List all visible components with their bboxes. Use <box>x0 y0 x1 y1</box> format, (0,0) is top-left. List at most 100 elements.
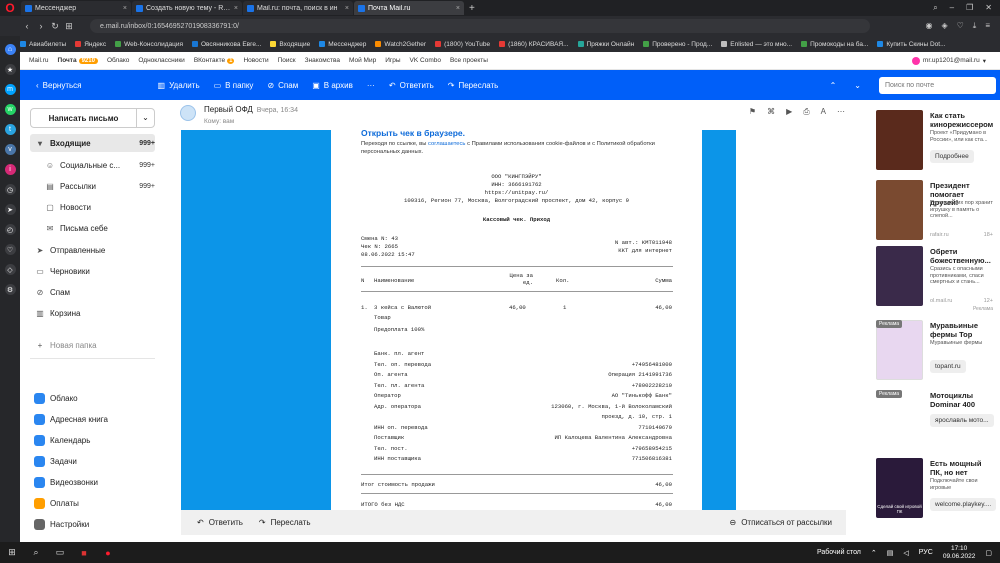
folder-sent[interactable]: ➤ Отправленные <box>30 241 155 259</box>
bookmark-icon[interactable]: ⚑ <box>749 107 756 117</box>
move-to-folder-button[interactable]: ▭ В папку <box>214 81 254 90</box>
compose-options-icon[interactable]: ⌄ <box>136 109 154 127</box>
forward-button[interactable]: ↷ Переслать <box>448 81 499 90</box>
history-icon[interactable]: ◴ <box>4 224 16 235</box>
cube-icon[interactable]: ◇ <box>4 264 16 275</box>
camera-icon[interactable]: ◉ <box>925 21 932 31</box>
folder-news[interactable]: ▢ Новости <box>30 198 155 216</box>
delete-button[interactable]: ▥ Удалить <box>158 81 200 90</box>
bookmark-item[interactable]: Купить Скины Dot... <box>877 41 946 48</box>
folder-social[interactable]: ☺ Социальные с... 999+ <box>30 156 155 174</box>
portal-link[interactable]: ВКонтакте 1 <box>194 57 235 64</box>
send-icon[interactable]: ➤ <box>4 204 16 215</box>
desktop-label[interactable]: Рабочий стол <box>817 549 861 556</box>
vk-icon[interactable]: v <box>4 144 16 155</box>
forward-nav-icon[interactable]: › <box>34 21 48 31</box>
search-icon[interactable]: ⌕ <box>24 547 48 558</box>
folder-newsletter[interactable]: ▤ Рассылки 999+ <box>30 177 155 195</box>
app-tasks[interactable]: Задачи <box>30 452 155 470</box>
home-icon[interactable]: ⌂ <box>4 44 16 55</box>
app-address-book[interactable]: Адресная книга <box>30 410 155 428</box>
sidebar-settings-icon[interactable]: ⚙ <box>4 284 16 295</box>
print-icon[interactable]: ⎙ <box>803 107 809 117</box>
notifications-icon[interactable]: ▢ <box>985 549 992 557</box>
agree-link[interactable]: соглашаетесь <box>428 141 465 147</box>
app-cloud[interactable]: Облако <box>30 389 155 407</box>
browser-tab[interactable]: Мессенджер × <box>21 1 131 15</box>
opera-logo-icon[interactable]: O <box>0 0 20 16</box>
chevron-up-icon[interactable]: ⌃ <box>830 81 837 90</box>
instagram-icon[interactable]: i <box>4 164 16 175</box>
star-icon[interactable]: ★ <box>4 64 16 75</box>
maximize-icon[interactable]: ❐ <box>966 3 973 13</box>
task-view-icon[interactable]: ▭ <box>48 547 72 558</box>
unsubscribe-button[interactable]: ⊖ Отписаться от рассылки <box>730 518 833 527</box>
app-settings[interactable]: Настройки <box>30 515 155 533</box>
portal-link[interactable]: Игры <box>385 57 400 64</box>
user-menu[interactable]: mr.up1201@mail.ru ▾ <box>911 56 1000 65</box>
bookmark-item[interactable]: Входящие <box>270 41 310 48</box>
translate-icon[interactable]: A <box>821 107 826 117</box>
portal-link[interactable]: Почта 9210 <box>58 57 98 64</box>
lang-indicator[interactable]: РУС <box>919 549 933 556</box>
bookmark-item[interactable]: Enlisted — это мно... <box>721 41 792 48</box>
chevron-down-icon[interactable]: ⌄ <box>854 81 861 90</box>
ad-button[interactable]: topant.ru <box>930 360 966 373</box>
footer-forward-button[interactable]: ↷ Переслать <box>259 518 311 527</box>
footer-reply-button[interactable]: ↶ Ответить <box>197 518 243 527</box>
app-icon[interactable]: ■ <box>72 548 96 558</box>
whatsapp-icon[interactable]: w <box>4 104 16 115</box>
search-input[interactable] <box>879 76 996 94</box>
portal-link[interactable]: Знакомства <box>305 57 340 64</box>
portal-link[interactable]: Mail.ru <box>29 57 49 64</box>
back-nav-icon[interactable]: ‹ <box>20 21 34 31</box>
clock-icon[interactable]: ◷ <box>4 184 16 195</box>
ad-source[interactable]: rafair.ru <box>930 232 949 238</box>
portal-link[interactable]: Новости <box>243 57 268 64</box>
folder-inbox[interactable]: ▾ Входящие 999+ <box>30 134 155 152</box>
bookmark-item[interactable]: Мессенджер <box>319 41 366 48</box>
minimize-icon[interactable]: – <box>950 3 954 13</box>
windows-start-icon[interactable]: ⊞ <box>0 547 24 558</box>
heart-icon[interactable]: ♡ <box>957 21 964 31</box>
bookmark-item[interactable]: Яндекс <box>75 41 106 48</box>
bookmark-item[interactable]: (1860) КРАСИВАЯ... <box>499 41 569 48</box>
app-calendar[interactable]: Календарь <box>30 431 155 449</box>
ad-source[interactable]: ol.mail.ru <box>930 298 952 304</box>
favorites-icon[interactable]: ♡ <box>4 244 16 255</box>
clock[interactable]: 17:10 09.06.2022 <box>943 545 976 561</box>
reply-button[interactable]: ↶ Ответить <box>389 81 434 90</box>
browser-tab[interactable]: Почта Mail.ru × <box>354 1 464 15</box>
portal-link[interactable]: Все проекты <box>450 57 488 64</box>
volume-icon[interactable]: ◁ <box>903 549 908 557</box>
grid-icon[interactable]: ⊞ <box>62 21 76 32</box>
bookmark-item[interactable]: Авиабилеты <box>20 41 66 48</box>
open-receipt-link[interactable]: Открыть чек в браузере. <box>361 130 465 138</box>
spam-button[interactable]: ⊘ Спам <box>267 81 298 90</box>
download-icon[interactable]: ⤓ <box>973 21 977 31</box>
bookmark-item[interactable]: (1800) YouTube <box>435 41 490 48</box>
tab-close-icon[interactable]: × <box>456 5 460 12</box>
messenger-icon[interactable]: m <box>4 84 16 95</box>
folder-spam[interactable]: ⊘ Спам <box>30 283 155 301</box>
label-icon[interactable]: ⌘ <box>767 107 775 117</box>
reload-icon[interactable]: ↻ <box>48 21 62 32</box>
tray-chevron-icon[interactable]: ⌃ <box>871 549 877 557</box>
video-icon[interactable]: ▶ <box>786 107 792 117</box>
bookmark-item[interactable]: Web-Консолидация <box>115 41 183 48</box>
portal-link[interactable]: Одноклассники <box>138 57 184 64</box>
search-tabs-icon[interactable]: ⌕ <box>933 3 937 13</box>
portal-link[interactable]: Облако <box>107 57 129 64</box>
portal-link[interactable]: Поиск <box>278 57 296 64</box>
more-button[interactable]: ··· <box>367 81 375 90</box>
new-tab-icon[interactable]: + <box>469 3 475 14</box>
back-button[interactable]: ‹ Вернуться <box>36 81 82 90</box>
ad-button[interactable]: welcome.playkey.... <box>930 498 997 511</box>
archive-button[interactable]: ▣ В архив <box>312 81 353 90</box>
folder-drafts[interactable]: ▭ Черновики <box>30 262 155 280</box>
portal-link[interactable]: VK Combo <box>410 57 441 64</box>
bookmark-item[interactable]: Watch2Gether <box>375 41 426 48</box>
new-folder-button[interactable]: + Новая папка <box>30 336 155 354</box>
bookmark-item[interactable]: Овсянникова Евге... <box>192 41 261 48</box>
bookmark-item[interactable]: Промокоды на ба... <box>801 41 868 48</box>
